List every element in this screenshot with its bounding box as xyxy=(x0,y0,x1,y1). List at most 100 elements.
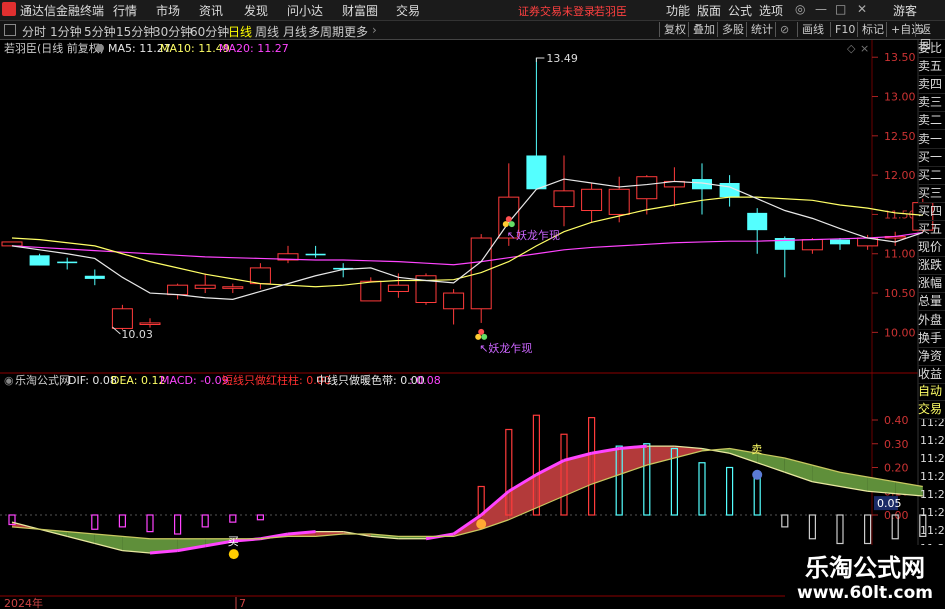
back-button[interactable]: 返回 xyxy=(915,22,945,51)
sidebar-tab[interactable]: 买一 xyxy=(918,149,945,167)
menu-trade[interactable]: 交易 xyxy=(396,2,420,19)
candle-body xyxy=(443,292,465,310)
menu-wealth[interactable]: 财富圈 xyxy=(342,2,378,19)
date-year-label: 2024年 xyxy=(4,596,43,609)
sidebar-tab[interactable]: 涨跌 xyxy=(918,257,945,276)
period-weekly[interactable]: 周线 xyxy=(255,23,279,40)
period-1min[interactable]: 1分钟 xyxy=(50,23,82,40)
sub-sidebar-tab[interactable]: 交易 xyxy=(918,401,945,419)
candle-body xyxy=(470,237,492,310)
sidebar-tab[interactable]: 卖二 xyxy=(918,112,945,131)
multi-stock-button[interactable]: 多股 xyxy=(717,22,748,37)
menu-markets[interactable]: 市场 xyxy=(156,2,180,19)
menu-discover[interactable]: 发现 xyxy=(244,2,268,19)
period-30min[interactable]: 30分钟 xyxy=(153,23,192,40)
sell-face-icon xyxy=(752,469,763,480)
candle-body xyxy=(194,284,216,289)
candle-body xyxy=(801,239,823,251)
high-pointer xyxy=(535,57,545,62)
period-multi[interactable]: 多周期 xyxy=(308,23,344,40)
sidebar-tab[interactable]: 卖三 xyxy=(918,94,945,113)
restore-icon[interactable]: □ xyxy=(835,2,846,16)
more-chevron-icon[interactable]: › xyxy=(372,23,377,37)
sidebar-tab[interactable]: 收益 xyxy=(918,366,945,384)
candle-body xyxy=(830,239,850,245)
sidebar-tab[interactable]: 卖一 xyxy=(918,131,945,149)
sidebar-tab[interactable]: 净资 xyxy=(918,348,945,366)
sidebar-tab[interactable]: 买五 xyxy=(918,221,945,239)
sub-settings-icon[interactable]: ◉ xyxy=(4,374,14,387)
menu-function[interactable]: 功能 xyxy=(666,2,690,19)
menu-news[interactable]: 资讯 xyxy=(199,2,223,19)
y-tick-label: 11.50 xyxy=(884,208,916,221)
period-5min[interactable]: 5分钟 xyxy=(84,23,116,40)
sidebar-tab[interactable]: 现价 xyxy=(918,239,945,258)
sidebar-tab[interactable]: 买四 xyxy=(918,203,945,221)
candle-body xyxy=(553,190,575,208)
signal-dot-icon xyxy=(478,328,485,335)
settings-dot-icon[interactable] xyxy=(96,44,104,52)
candle-body xyxy=(167,284,189,296)
macd-bar xyxy=(201,514,209,528)
guest-login[interactable]: 游客 xyxy=(893,2,917,19)
period-15min[interactable]: 15分钟 xyxy=(116,23,155,40)
overlay-button[interactable]: 叠加 xyxy=(688,22,719,37)
dif-label: DIF: 0.08 xyxy=(68,374,117,387)
time-tick-label: 11:29 xyxy=(920,506,945,519)
sidebar-tab[interactable]: 换手 xyxy=(918,330,945,348)
draw-button[interactable]: 画线 xyxy=(797,22,828,37)
high-price-label: 13.49 xyxy=(546,52,578,65)
period-more[interactable]: 更多 xyxy=(344,23,368,40)
sidebar-tab[interactable]: 委比 xyxy=(918,40,945,58)
help-icon[interactable]: ◎ xyxy=(795,2,805,16)
candle-body xyxy=(139,322,161,325)
macd-bar xyxy=(477,485,485,516)
signal-coin-icon xyxy=(476,519,487,529)
trade-login-warning[interactable]: 证券交易未登录 xyxy=(518,3,595,19)
expand-icon[interactable]: ◇ xyxy=(847,42,856,55)
macd-bar xyxy=(725,466,734,516)
stock-name-title: 若羽臣 xyxy=(594,5,627,18)
macd-label: MACD: -0.09 xyxy=(160,374,229,387)
watermark-title: 乐淘公式网 xyxy=(805,554,925,582)
close-icon[interactable]: ✕ xyxy=(857,2,867,16)
menu-formula[interactable]: 公式 xyxy=(728,2,752,19)
adjust-button[interactable]: 复权 xyxy=(659,22,690,37)
chart-area[interactable]: 13.50 13.00 12.50 12.00 11.50 11.00 10.50 10.00… xyxy=(0,40,945,609)
period-60min[interactable]: 60分钟 xyxy=(190,23,229,40)
sub-sidebar-tab[interactable]: 自动 xyxy=(918,383,945,401)
sidebar-tab[interactable]: 外盘 xyxy=(918,312,945,330)
pane-close-icon[interactable]: × xyxy=(860,42,869,55)
menu-layout[interactable]: 版面 xyxy=(697,2,721,19)
sidebar-tab[interactable]: 总量 xyxy=(918,293,945,312)
toggle-icon[interactable] xyxy=(4,24,16,36)
red-bar-label: 短线只做红柱柱: 0.00 xyxy=(222,373,331,387)
macd-bar xyxy=(256,514,264,521)
low-price-label: 10.03 xyxy=(121,328,152,341)
signal-dot-icon xyxy=(508,221,515,228)
f10-button[interactable]: F10 xyxy=(830,22,859,37)
macd-bar xyxy=(146,514,154,533)
period-monthly[interactable]: 月线 xyxy=(283,23,307,40)
lock-icon[interactable]: ⊘ xyxy=(775,22,798,37)
sidebar-tab[interactable]: 买三 xyxy=(918,185,945,203)
menu-ask[interactable]: 问小达 xyxy=(287,2,323,19)
mark-button[interactable]: 标记 xyxy=(857,22,888,37)
y-tick-label: 12.00 xyxy=(884,169,916,182)
sidebar-tab[interactable]: 卖五 xyxy=(918,58,945,77)
sub-y-tick-label: 0.40 xyxy=(884,414,909,427)
period-daily[interactable]: 日线 xyxy=(228,23,252,40)
stats-button[interactable]: 统计 xyxy=(746,22,777,37)
signal-dot-icon xyxy=(481,333,488,340)
candle-body xyxy=(29,255,50,266)
period-intraday[interactable]: 分时 xyxy=(22,23,46,40)
sidebar-tab[interactable]: 卖四 xyxy=(918,76,945,95)
sidebar-tab[interactable]: 涨幅 xyxy=(918,275,945,294)
menu-options[interactable]: 选项 xyxy=(759,2,783,19)
stock-label: 若羽臣(日线 前复权) xyxy=(4,41,104,55)
candle-body xyxy=(608,188,630,215)
macd-bar xyxy=(229,514,237,523)
sidebar-tab[interactable]: 买二 xyxy=(918,167,945,185)
menu-market[interactable]: 行情 xyxy=(113,2,137,19)
minimize-icon[interactable]: — xyxy=(815,2,827,16)
